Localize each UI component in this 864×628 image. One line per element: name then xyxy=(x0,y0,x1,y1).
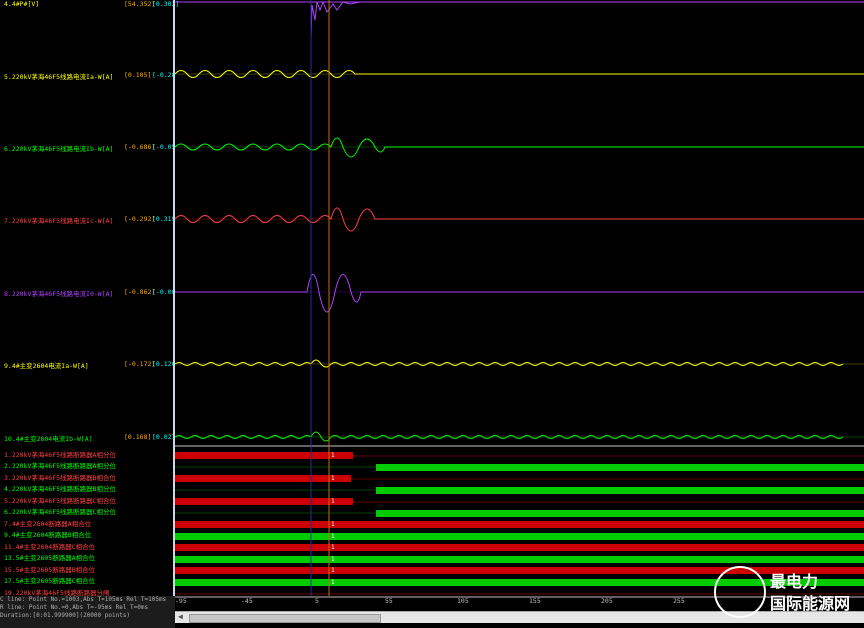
watermark: 最电力 国际能源网 xyxy=(714,566,854,618)
scroll-thumb[interactable] xyxy=(189,614,381,623)
watermark-logo-icon xyxy=(714,566,766,618)
watermark-line1: 最电力 xyxy=(770,572,819,591)
status-panel: C line: Point No.=1003,Abs T=105ms Rel T… xyxy=(0,596,175,628)
watermark-line2: 国际能源网 xyxy=(770,594,851,613)
tick-label: 5 xyxy=(315,597,319,605)
panel-divider[interactable] xyxy=(173,0,175,600)
tick-label: 155 xyxy=(529,597,541,605)
tick-label: 255 xyxy=(673,597,685,605)
tick-label: 105 xyxy=(457,597,469,605)
r-line-status: R line: Point No.=0,Abs T=-95ms Rel T=0m… xyxy=(0,604,149,611)
tick-label: 55 xyxy=(385,597,393,605)
cursor-lines[interactable] xyxy=(0,0,864,596)
duration-status: Duration:[0:01.999900](20000 points) xyxy=(0,612,131,619)
scroll-left-arrow-icon[interactable]: ◀ xyxy=(178,612,183,621)
c-line-status: C line: Point No.=1003,Abs T=105ms Rel T… xyxy=(0,596,167,603)
tick-label: -45 xyxy=(241,597,253,605)
tick-label: 205 xyxy=(601,597,613,605)
tick-label: -95 xyxy=(175,597,187,605)
